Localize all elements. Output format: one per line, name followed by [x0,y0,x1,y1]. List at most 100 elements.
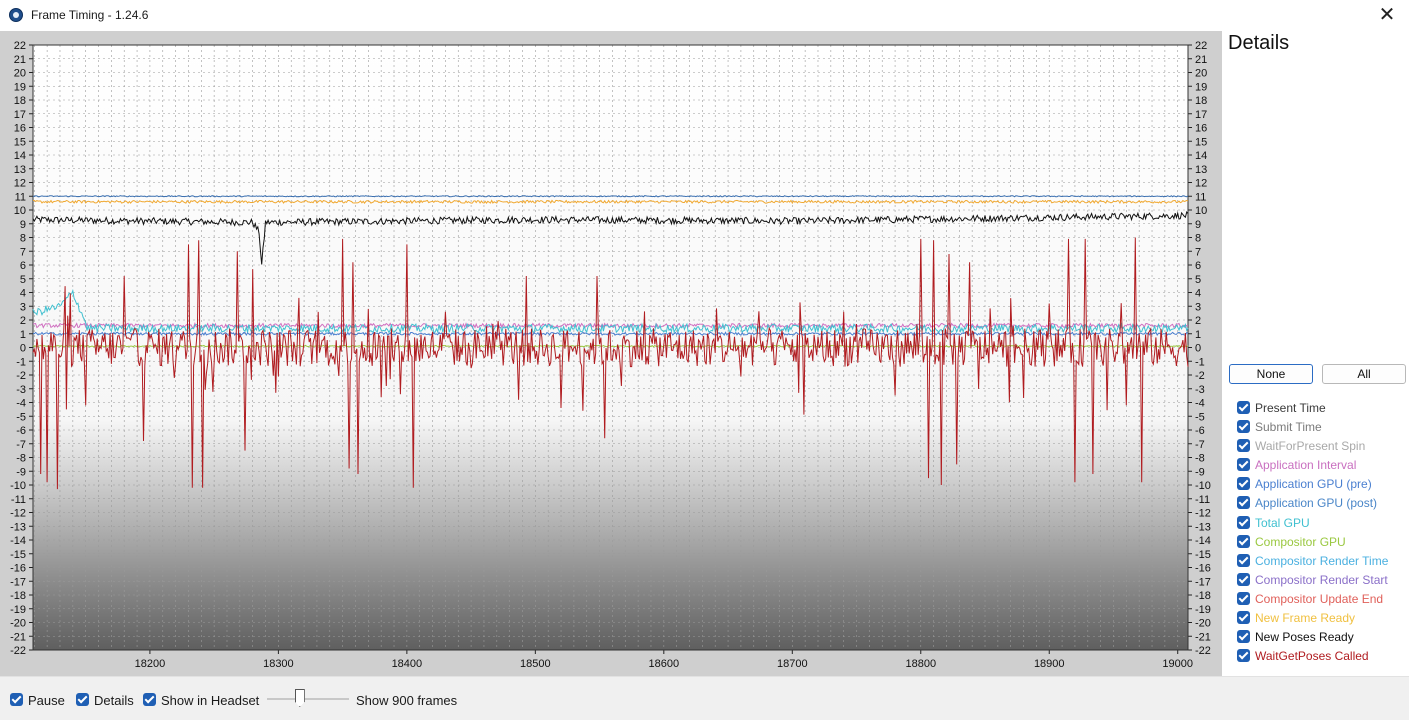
steamvr-app-icon [9,8,23,22]
x-tick-label: 18300 [263,658,294,670]
y-tick-label-left: -18 [10,590,26,602]
y-tick-label-right: -1 [1195,356,1205,368]
y-tick-label-left: -7 [16,439,26,451]
checkbox-checked-icon[interactable] [1237,630,1250,644]
frames-slider-track[interactable] [267,698,349,700]
y-tick-label-left: -15 [10,549,26,561]
y-tick-label-right: 1 [1195,329,1201,341]
checkbox-checked-icon [143,693,156,706]
y-tick-label-right: -4 [1195,398,1205,410]
y-tick-label-right: 20 [1195,68,1207,80]
y-tick-label-right: 12 [1195,178,1207,190]
x-tick-label: 18800 [905,658,936,670]
y-tick-label-left: -2 [16,370,26,382]
y-tick-label-right: -9 [1195,466,1205,478]
y-tick-label-left: -10 [10,480,26,492]
y-tick-label-left: 9 [20,219,26,231]
frames-slider-thumb[interactable] [294,689,305,707]
frame-timing-chart: -22 -22 -21 -21 -20 -20 -19 -19 -18 -18 -17 -17 -16-… [0,31,1222,676]
y-tick-label-left: -13 [10,521,26,533]
x-tick-label: 18600 [649,658,680,670]
y-tick-label-left: -21 [10,631,26,643]
checkbox-checked-icon[interactable] [1237,534,1250,548]
checkbox-checked-icon[interactable] [1237,611,1250,625]
checkbox-checked-icon[interactable] [1237,591,1250,605]
checkbox-checked-icon[interactable] [1237,401,1250,414]
pause-label: Pause [28,693,65,708]
y-tick-label-right: 18 [1195,95,1207,107]
y-tick-label-right: 15 [1195,136,1207,148]
y-tick-label-right: -12 [1195,508,1211,520]
y-tick-label-right: 19 [1195,81,1207,93]
y-tick-label-right: -14 [1195,535,1211,547]
y-tick-label-left: 12 [14,178,26,190]
y-tick-label-left: -6 [16,425,26,437]
select-none-button[interactable]: None [1229,364,1313,384]
y-tick-label-left: 8 [20,233,26,245]
y-tick-label-right: -16 [1195,563,1211,575]
y-tick-label-right: -11 [1195,494,1210,506]
details-label: Details [94,693,134,708]
y-tick-label-right: -15 [1195,549,1211,561]
y-tick-label-left: 1 [20,329,26,341]
y-tick-label-right: -13 [1195,521,1211,533]
y-tick-label-left: -16 [10,563,26,575]
y-tick-label-right: 3 [1195,301,1201,313]
y-tick-label-left: -3 [16,384,26,396]
checkbox-checked-icon[interactable] [1237,553,1250,567]
title-bar: Frame Timing - 1.24.6 ✕ [0,0,1409,31]
checkbox-checked-icon[interactable] [1237,439,1250,453]
bottom-toolbar: Pause Details Show in Headset Show 900 f… [0,676,1409,720]
y-tick-label-right: 6 [1195,260,1201,272]
y-tick-label-left: 14 [14,150,26,162]
y-tick-label-right: 22 [1195,40,1207,52]
legend-label: WaitGetPoses Called [1255,649,1369,664]
y-tick-label-right: -10 [1195,480,1211,492]
legend-label: New Poses Ready [1255,630,1354,645]
show-in-headset-label: Show in Headset [161,693,260,708]
checkbox-checked-icon[interactable] [1237,458,1250,472]
legend-label: Application Interval [1255,458,1357,473]
y-tick-label-right: 5 [1195,274,1201,286]
checkbox-checked-icon[interactable] [1237,496,1250,510]
x-tick-label: 18900 [1034,658,1065,670]
y-tick-label-right: -6 [1195,425,1205,437]
checkbox-checked-icon [76,693,89,706]
window-title: Frame Timing - 1.24.6 [31,8,149,22]
select-all-button[interactable]: All [1322,364,1406,384]
y-tick-label-left: -12 [10,508,26,520]
details-title: Details [1228,32,1290,54]
checkbox-checked-icon[interactable] [1237,515,1250,529]
y-tick-label-right: -19 [1195,604,1211,616]
y-tick-label-right: -18 [1195,590,1211,602]
y-tick-label-left: 13 [14,164,26,176]
checkbox-checked-icon[interactable] [1237,649,1250,663]
legend-label: Compositor GPU [1255,534,1346,549]
x-tick-label: 18700 [777,658,808,670]
y-tick-label-left: 17 [14,109,26,121]
y-tick-label-left: -22 [10,645,26,657]
y-tick-label-right: -7 [1195,439,1205,451]
y-tick-label-left: -1 [16,356,26,368]
y-tick-label-left: -19 [10,604,26,616]
y-tick-label-right: -5 [1195,411,1205,423]
y-tick-label-left: 18 [14,95,26,107]
checkbox-checked-icon[interactable] [1237,572,1250,586]
legend-label: New Frame Ready [1255,611,1356,626]
close-icon[interactable]: ✕ [1373,2,1401,28]
y-tick-label-right: -17 [1195,576,1211,588]
y-tick-label-right: 10 [1195,205,1207,217]
legend-label: Compositor Update End [1255,591,1384,606]
checkbox-checked-icon[interactable] [1237,420,1250,434]
y-tick-label-right: 9 [1195,219,1201,231]
checkbox-checked-icon[interactable] [1237,477,1250,491]
y-tick-label-right: -2 [1195,370,1205,382]
y-tick-label-left: -8 [16,453,26,465]
y-tick-label-left: -5 [16,411,26,423]
y-tick-label-right: 16 [1195,123,1207,135]
y-tick-label-left: 0 [20,343,26,355]
y-tick-label-left: -4 [16,398,26,410]
frames-count-label: Show 900 frames [356,693,458,708]
y-tick-label-left: 6 [20,260,26,272]
y-tick-label-right: 13 [1195,164,1207,176]
